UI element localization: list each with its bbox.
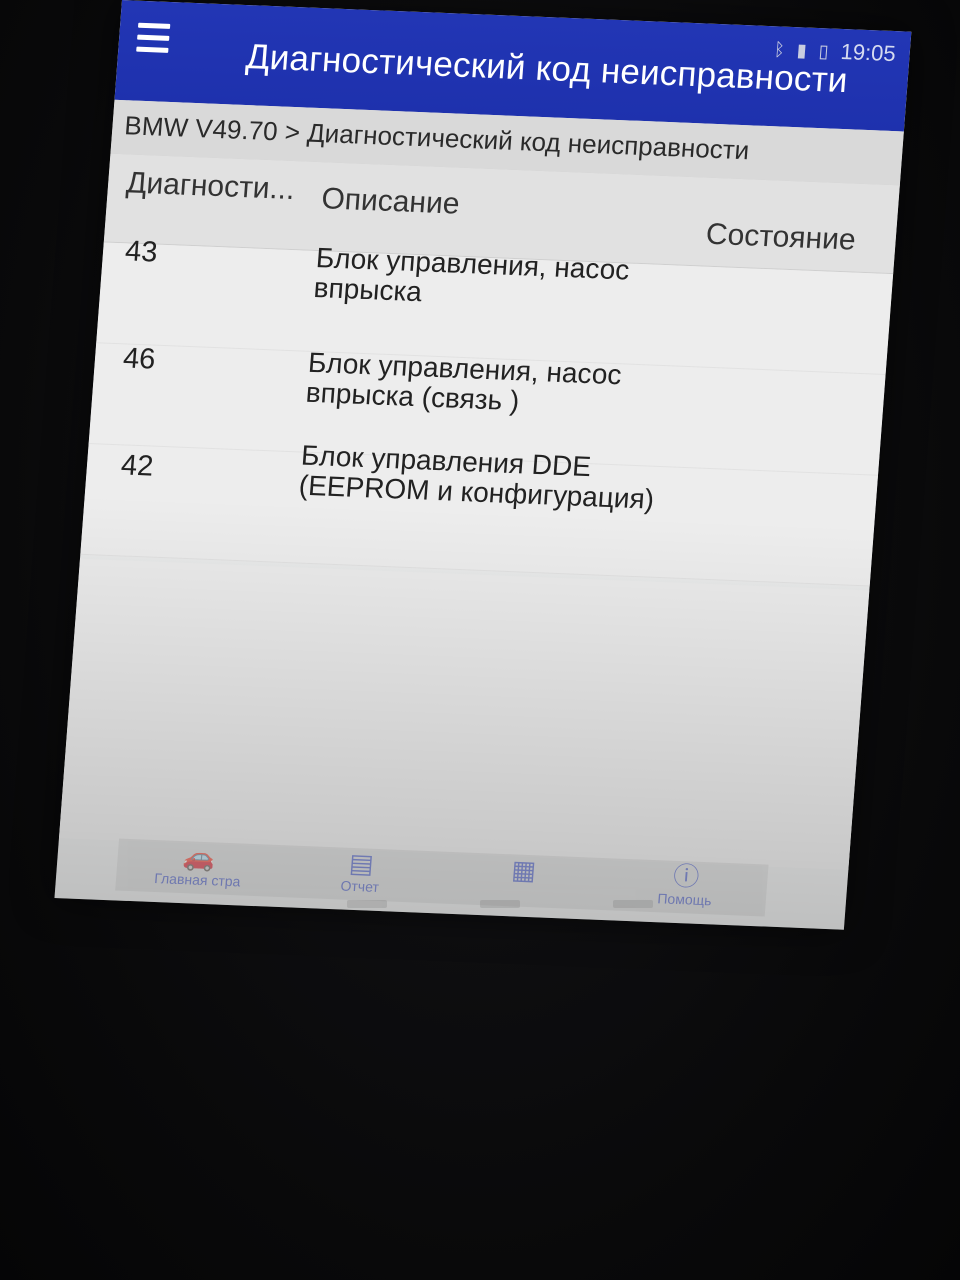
status-time: 19:05	[839, 38, 897, 67]
column-header-code[interactable]: Диагности...	[125, 166, 296, 207]
recent-apps-icon[interactable]	[613, 900, 654, 908]
nav-item-print[interactable]: ▦	[458, 852, 590, 887]
nav-label: Главная стра	[153, 870, 242, 890]
fault-code-list: 43 Блок управления, насос впрыска 46 Бло…	[80, 235, 894, 587]
battery-icon: ▯	[818, 40, 830, 61]
signal-icon: ▮	[796, 39, 808, 61]
column-header-description[interactable]: Описание	[320, 182, 460, 221]
nav-label: Отчет	[340, 877, 380, 896]
nav-item-home[interactable]: 🚗 Главная стра	[132, 839, 265, 890]
menu-line	[136, 46, 169, 53]
fault-description: Блок управления, насос впрыска	[312, 242, 631, 308]
report-icon: ▤	[348, 847, 375, 879]
fault-description: Блок управления, насос впрыска (связь )	[304, 346, 623, 417]
info-icon: ⓘ	[672, 860, 701, 892]
fault-code: 46	[121, 342, 157, 376]
system-navigation-bar	[300, 900, 700, 920]
empty-list-area	[58, 558, 870, 870]
bluetooth-icon: ᛒ	[773, 38, 786, 60]
print-icon: ▦	[510, 854, 538, 886]
page-title: Диагностический код неисправности	[244, 37, 850, 101]
back-icon[interactable]	[346, 900, 387, 908]
menu-line	[137, 34, 170, 41]
device-screen: Диагностический код неисправности ᛒ ▮ ▯ …	[54, 0, 912, 930]
status-bar: ᛒ ▮ ▯ 19:05	[773, 36, 897, 67]
column-header-state[interactable]: Состояние	[705, 218, 857, 258]
home-icon[interactable]	[479, 900, 520, 908]
photo-background: Диагностический код неисправности ᛒ ▮ ▯ …	[0, 0, 960, 1280]
car-icon: 🚗	[181, 841, 217, 873]
fault-code: 43	[123, 235, 159, 269]
menu-line	[137, 22, 171, 29]
nav-item-report[interactable]: ▤ Отчет	[294, 846, 427, 897]
fault-code: 42	[119, 449, 155, 483]
hamburger-menu-icon[interactable]	[136, 22, 171, 54]
